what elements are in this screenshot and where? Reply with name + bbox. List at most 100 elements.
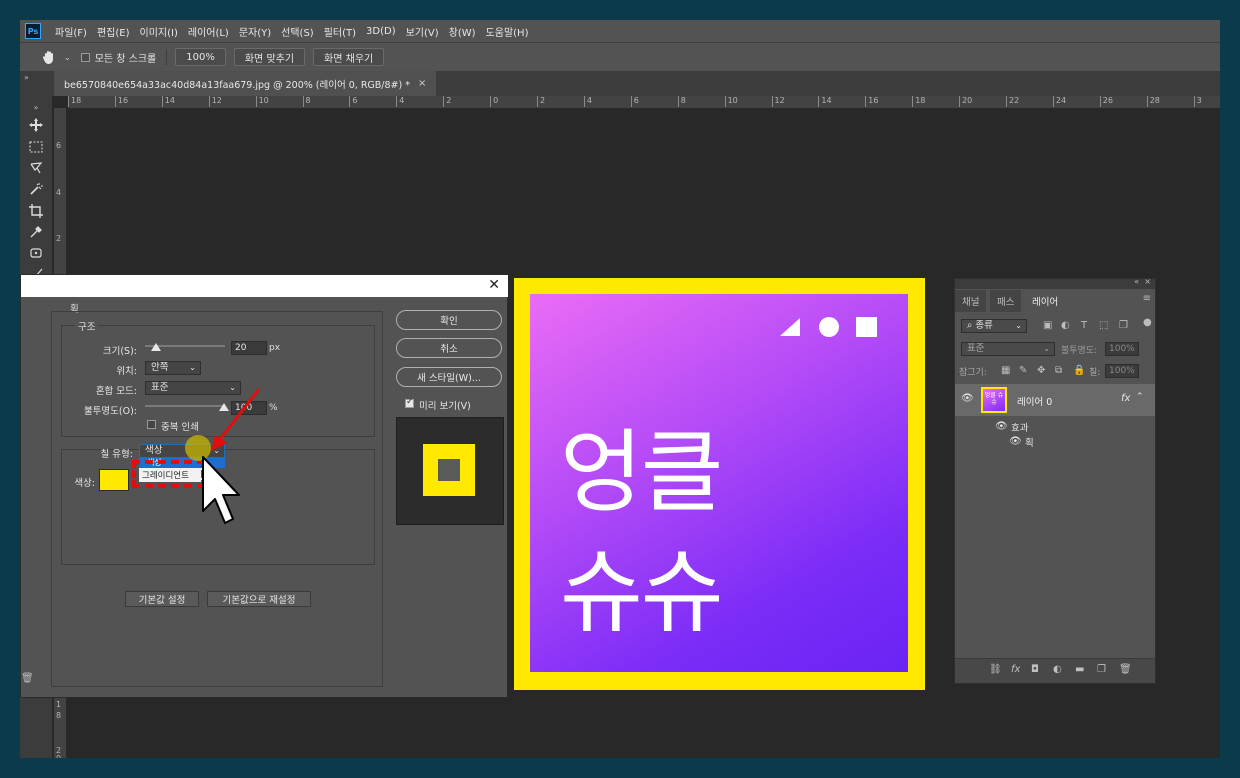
mask-icon[interactable]: ◘: [1031, 664, 1039, 675]
new-layer-icon[interactable]: ❐: [1097, 664, 1106, 675]
menu-filter[interactable]: 필터(T): [324, 24, 356, 39]
lock-artboard-icon[interactable]: ⧉: [1055, 365, 1062, 376]
menu-view[interactable]: 보기(V): [406, 24, 439, 39]
lasso-tool-icon[interactable]: [26, 159, 46, 177]
ruler-label: 20: [959, 96, 972, 107]
ruler-label: 28: [1146, 96, 1160, 107]
lock-position-icon[interactable]: ✥: [1037, 365, 1045, 376]
fill-input[interactable]: 100%: [1105, 364, 1139, 378]
scroll-all-label: 모든 창 스크롤: [94, 53, 157, 65]
ruler-label: 8: [302, 96, 311, 107]
close-icon[interactable]: ×: [1144, 277, 1151, 286]
filter-adjustment-icon[interactable]: ◐: [1061, 320, 1070, 331]
visibility-eye-icon[interactable]: 👁: [961, 393, 974, 404]
new-style-button[interactable]: 새 스타일(W)...: [396, 367, 502, 387]
scroll-all-checkbox[interactable]: [80, 52, 90, 62]
stroke-color-swatch[interactable]: [99, 469, 129, 491]
filter-kind-select[interactable]: ⌕ 종류 ⌄: [961, 319, 1027, 333]
cancel-button[interactable]: 취소: [396, 338, 502, 358]
adjustment-icon[interactable]: ◐: [1053, 664, 1062, 675]
ok-button[interactable]: 확인: [396, 310, 502, 330]
menu-layer[interactable]: 레이어(L): [188, 24, 229, 39]
zoom-100-button[interactable]: 100%: [175, 48, 226, 66]
marquee-tool-icon[interactable]: [26, 138, 46, 156]
ruler-horizontal[interactable]: 18 16 14 12 10 8 6 4 2 0 2 4 6 8 10 12 14 16 18 20 22 24 26 28 3: [68, 96, 1220, 109]
filter-type-icon[interactable]: T: [1081, 320, 1087, 331]
artwork-title-line1: 엉클: [560, 420, 724, 525]
panel-menu-icon[interactable]: ≡: [1143, 293, 1151, 304]
menu-image[interactable]: 이미지(I): [140, 24, 178, 39]
fx-icon[interactable]: fx: [1121, 393, 1130, 404]
menu-3d[interactable]: 3D(D): [366, 26, 396, 37]
ruler-label: 12: [208, 96, 222, 107]
collapse-icon[interactable]: »: [24, 73, 29, 82]
filter-pixel-icon[interactable]: ▣: [1043, 320, 1052, 331]
stroke-effect-label[interactable]: 획: [1025, 435, 1034, 449]
overprint-checkbox[interactable]: [147, 420, 156, 429]
folder-icon[interactable]: ▬: [1075, 664, 1084, 675]
menu-file[interactable]: 파일(F): [55, 24, 87, 39]
document-tab[interactable]: be6570840e654a33ac40d84a13faa679.jpg @ 2…: [54, 71, 437, 96]
position-select[interactable]: 안쪽 ⌄: [145, 361, 201, 375]
layer-row[interactable]: 👁 엉클 슈슈 레이어 0 fx ⌃: [955, 384, 1155, 416]
ruler-label: 24: [1052, 96, 1066, 107]
close-icon[interactable]: ×: [418, 78, 426, 89]
tab-paths[interactable]: 패스: [990, 290, 1022, 312]
link-icon[interactable]: ⛓: [989, 664, 1002, 675]
layer-name[interactable]: 레이어 0: [1017, 394, 1052, 408]
ruler-label: 2: [537, 96, 545, 107]
filter-shape-icon[interactable]: ⬚: [1099, 320, 1108, 331]
opacity-unit: %: [269, 403, 278, 413]
menu-type[interactable]: 문자(Y): [239, 24, 271, 39]
visibility-eye-icon[interactable]: 👁: [1009, 436, 1022, 447]
close-icon[interactable]: ✕: [488, 277, 500, 293]
tab-channels[interactable]: 채널: [955, 290, 987, 312]
ruler-label: 14: [161, 96, 175, 107]
chevron-up-icon[interactable]: ⌃: [1136, 392, 1144, 402]
layer-opacity-label: 불투명도:: [1061, 346, 1098, 356]
toolbar-collapse-icon[interactable]: »: [26, 98, 46, 116]
make-default-button[interactable]: 기본값 설정: [125, 591, 199, 607]
visibility-eye-icon[interactable]: 👁: [995, 421, 1008, 432]
canvas-document[interactable]: 엉클 슈슈: [514, 278, 925, 690]
size-input[interactable]: 20: [231, 341, 267, 355]
fit-screen-button[interactable]: 화면 맞추기: [233, 48, 306, 66]
filter-toggle-icon[interactable]: ●: [1143, 317, 1152, 328]
fill-screen-button[interactable]: 화면 채우기: [313, 48, 385, 66]
trash-icon[interactable]: 🗑: [1119, 664, 1132, 675]
menu-window[interactable]: 창(W): [449, 24, 476, 39]
magic-wand-tool-icon[interactable]: [26, 180, 46, 198]
crop-tool-icon[interactable]: [26, 202, 46, 220]
photoshop-logo: Ps: [25, 23, 41, 39]
patch-tool-icon[interactable]: [26, 244, 46, 262]
panel-header: « ×: [955, 277, 1155, 289]
size-slider-thumb[interactable]: [151, 343, 161, 351]
menu-help[interactable]: 도움말(H): [486, 24, 529, 39]
position-select-value: 안쪽: [151, 362, 169, 373]
filter-smart-icon[interactable]: ❐: [1119, 320, 1128, 331]
lock-transparent-icon[interactable]: ▦: [1001, 365, 1010, 376]
chevron-down-icon[interactable]: ⌄: [64, 53, 71, 62]
fx-icon[interactable]: fx: [1011, 664, 1020, 675]
eyedropper-tool-icon[interactable]: [26, 223, 46, 241]
filter-kind-value: 종류: [975, 320, 993, 331]
reset-default-button[interactable]: 기본값으로 재설정: [207, 591, 311, 607]
ruler-label: 4: [583, 96, 592, 107]
preview-label: 미리 보기(V): [419, 401, 471, 412]
layer-opacity-input[interactable]: 100%: [1105, 342, 1139, 356]
menu-edit[interactable]: 편집(E): [97, 24, 130, 39]
tab-layers[interactable]: 레이어: [1025, 290, 1066, 312]
move-tool-icon[interactable]: [26, 116, 46, 134]
menu-select[interactable]: 선택(S): [281, 24, 314, 39]
lock-all-icon[interactable]: 🔒: [1073, 365, 1085, 376]
ruler-label: 6: [630, 96, 639, 107]
style-preview: [396, 417, 504, 525]
dialog-titlebar[interactable]: ✕: [21, 275, 508, 297]
layer-blend-select[interactable]: 표준 ⌄: [961, 342, 1055, 356]
trash-icon[interactable]: 🗑: [21, 673, 34, 684]
hand-tool-icon[interactable]: [38, 48, 60, 66]
preview-checkbox[interactable]: [405, 397, 414, 408]
collapse-icon[interactable]: «: [1134, 277, 1139, 286]
lock-image-icon[interactable]: ✎: [1019, 365, 1027, 376]
ruler-label: 4: [396, 96, 404, 107]
